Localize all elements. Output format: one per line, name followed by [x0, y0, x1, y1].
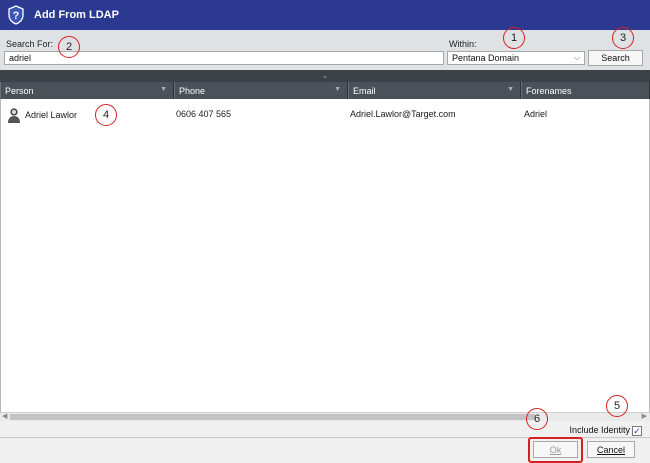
search-panel: Search For: adriel Within: Pentana Domai…: [0, 30, 650, 70]
grid-header: Person ▼ Phone ▼ Email ▼ Forenames: [0, 82, 650, 99]
annotation-marker-6: 6: [526, 408, 548, 430]
filter-icon[interactable]: ▼: [507, 86, 514, 93]
scrollbar-thumb[interactable]: [10, 414, 535, 420]
horizontal-scrollbar[interactable]: ◀ ▶: [0, 412, 650, 421]
svg-text:?: ?: [13, 10, 20, 22]
search-button[interactable]: Search: [588, 50, 643, 66]
within-label: Within:: [449, 39, 477, 49]
chevron-down-icon: ⌵: [573, 53, 580, 62]
annotation-marker-2: 2: [58, 36, 80, 58]
results-grid: Adriel Lawlor 0606 407 565 Adriel.Lawlor…: [0, 99, 650, 412]
person-icon: [7, 107, 21, 123]
column-header-email[interactable]: Email ▼: [348, 82, 521, 99]
search-for-label: Search For:: [6, 39, 54, 49]
cell-phone: 0606 407 565: [176, 109, 232, 119]
column-header-phone[interactable]: Phone ▼: [174, 82, 348, 99]
within-select[interactable]: Pentana Domain ⌵: [447, 51, 585, 65]
column-header-forenames[interactable]: Forenames: [521, 82, 650, 99]
include-identity-label: Include Identity: [569, 425, 630, 435]
panel-splitter[interactable]: ⌄: [0, 70, 650, 82]
ok-highlight-box: [528, 437, 583, 463]
cancel-button[interactable]: Cancel: [587, 441, 635, 458]
annotation-marker-5: 5: [606, 395, 628, 417]
filter-icon[interactable]: ▼: [160, 86, 167, 93]
cell-person: Adriel Lawlor: [25, 110, 78, 120]
filter-icon[interactable]: ▼: [334, 86, 341, 93]
chevron-down-icon: ⌄: [321, 71, 329, 80]
title-bar: ? Add From LDAP: [0, 0, 650, 30]
checkmark-icon: ✓: [633, 426, 641, 436]
window-title: Add From LDAP: [34, 9, 119, 21]
within-select-value: Pentana Domain: [452, 53, 520, 63]
annotation-marker-1: 1: [503, 27, 525, 49]
scroll-left-icon[interactable]: ◀: [2, 412, 7, 420]
cell-forenames: Adriel: [524, 109, 548, 119]
shield-question-icon: ?: [6, 4, 26, 26]
annotation-marker-3: 3: [612, 27, 634, 49]
column-header-person[interactable]: Person ▼: [0, 82, 174, 99]
include-identity-checkbox[interactable]: ✓: [632, 426, 642, 436]
scroll-right-icon[interactable]: ▶: [642, 412, 647, 420]
annotation-marker-4: 4: [95, 104, 117, 126]
cell-email: Adriel.Lawlor@Target.com: [350, 109, 456, 119]
